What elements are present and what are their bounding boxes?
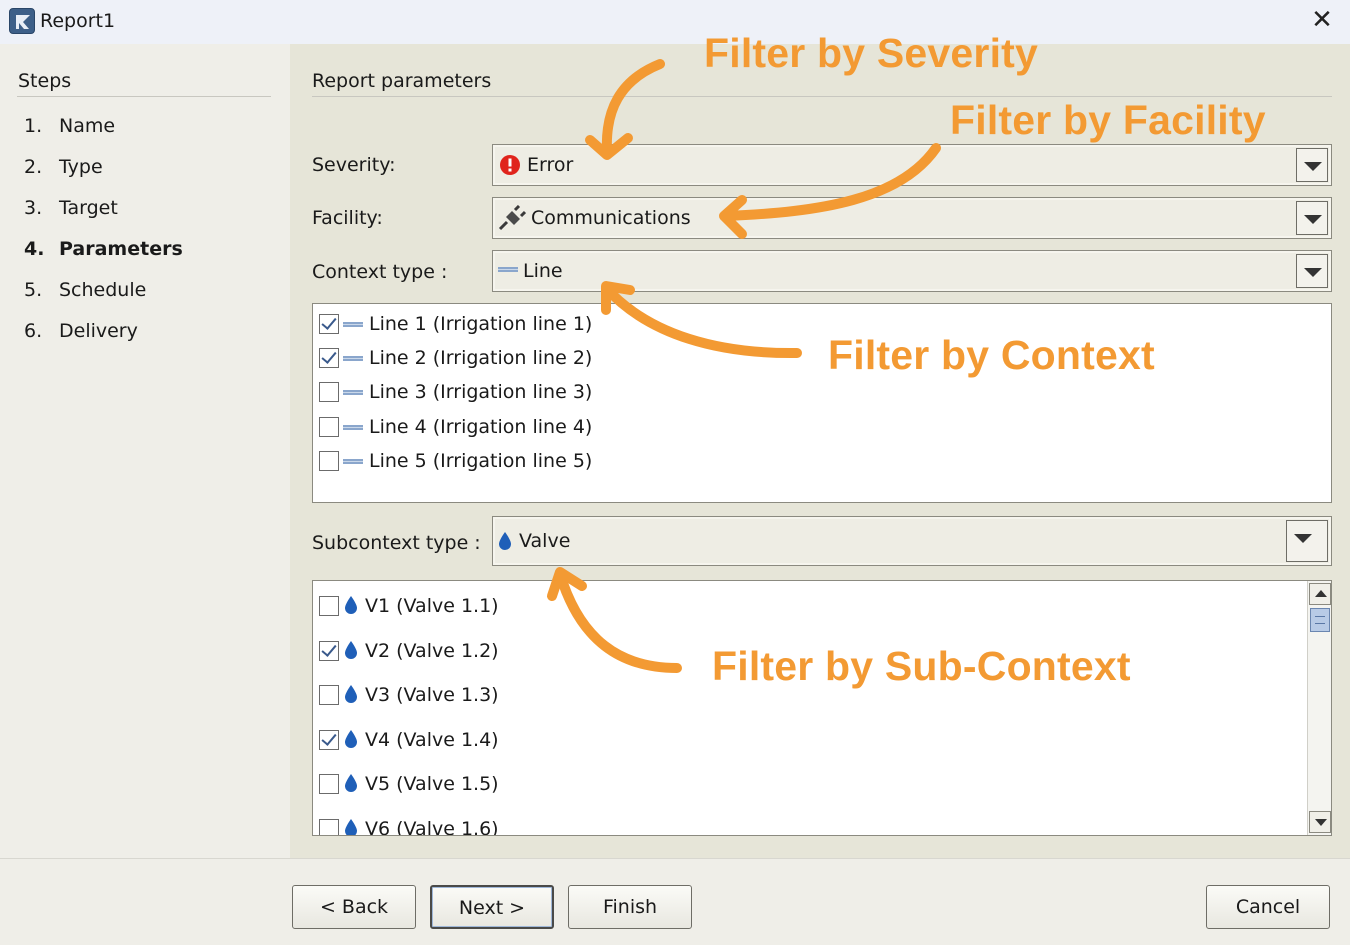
plug-icon [498,205,526,231]
checkbox[interactable] [319,382,339,402]
close-icon[interactable]: ✕ [1308,6,1336,34]
chevron-down-icon[interactable] [1296,254,1328,288]
cancel-button[interactable]: Cancel [1206,885,1330,929]
button-bar: < Back Next > Finish Cancel [0,858,1350,945]
water-drop-icon [345,596,357,614]
line-icon [343,390,363,395]
step-type[interactable]: 2. Type [24,156,103,178]
divider [17,96,271,97]
facility-label: Facility: [312,207,383,229]
finish-button[interactable]: Finish [568,885,692,929]
line-icon [343,425,363,430]
severity-label: Severity: [312,154,396,176]
chevron-down-icon[interactable] [1296,201,1328,235]
checkbox[interactable] [319,685,339,705]
steps-sidebar: Steps 1. Name 2. Type 3. Target 4. Parameter… [0,44,290,858]
scroll-down-button[interactable] [1309,811,1331,833]
step-name[interactable]: 1. Name [24,115,115,137]
chevron-down-icon[interactable] [1296,148,1328,182]
scrollbar[interactable] [1307,581,1331,835]
checkbox[interactable] [319,348,339,368]
water-drop-icon [345,641,357,659]
scroll-thumb[interactable] [1310,608,1330,632]
context-type-label: Context type : [312,261,448,283]
step-delivery[interactable]: 6. Delivery [24,320,138,342]
annotation-facility: Filter by Facility [950,97,1266,143]
severity-value: Error [527,154,574,176]
error-icon [500,155,520,175]
scroll-up-button[interactable] [1309,583,1331,605]
step-parameters[interactable]: 4. Parameters [24,238,183,260]
window-title: Report1 [40,10,116,32]
annotation-subcontext: Filter by Sub-Context [712,643,1131,689]
context-list[interactable]: Line 1 (Irrigation line 1) Line 2 (Irrig… [312,303,1332,503]
checkbox[interactable] [319,451,339,471]
subcontext-type-label: Subcontext type : [312,532,481,554]
water-drop-icon [499,532,511,550]
line-icon [343,322,363,327]
line-icon [343,459,363,464]
checkbox[interactable] [319,730,339,750]
severity-select[interactable]: Error [492,144,1332,186]
facility-value: Communications [531,207,691,229]
water-drop-icon [345,819,357,835]
parameters-panel: Report parameters Severity: Error Facili… [290,44,1350,858]
chevron-down-icon[interactable] [1286,520,1328,562]
water-drop-icon [345,685,357,703]
subcontext-list[interactable]: V1 (Valve 1.1) V2 (Valve 1.2) V3 (Valve … [312,580,1332,836]
annotation-severity: Filter by Severity [704,30,1039,76]
context-type-select[interactable]: Line [492,250,1332,292]
next-button[interactable]: Next > [430,885,554,929]
title-bar: Report1 ✕ [0,0,1350,44]
checkbox[interactable] [319,314,339,334]
checkbox[interactable] [319,774,339,794]
annotation-context: Filter by Context [828,332,1155,378]
app-icon [9,8,35,34]
step-schedule[interactable]: 5. Schedule [24,279,146,301]
subcontext-type-select[interactable]: Valve [492,516,1332,566]
checkbox[interactable] [319,819,339,835]
checkbox[interactable] [319,596,339,616]
steps-title: Steps [18,70,72,92]
water-drop-icon [345,730,357,748]
back-button[interactable]: < Back [292,885,416,929]
line-icon [343,356,363,361]
facility-select[interactable]: Communications [492,197,1332,239]
checkbox[interactable] [319,417,339,437]
step-target[interactable]: 3. Target [24,197,118,219]
checkbox[interactable] [319,641,339,661]
water-drop-icon [345,774,357,792]
panel-title: Report parameters [312,70,492,92]
subcontext-type-value: Valve [519,530,571,552]
context-type-value: Line [523,260,563,282]
line-icon [498,267,518,272]
